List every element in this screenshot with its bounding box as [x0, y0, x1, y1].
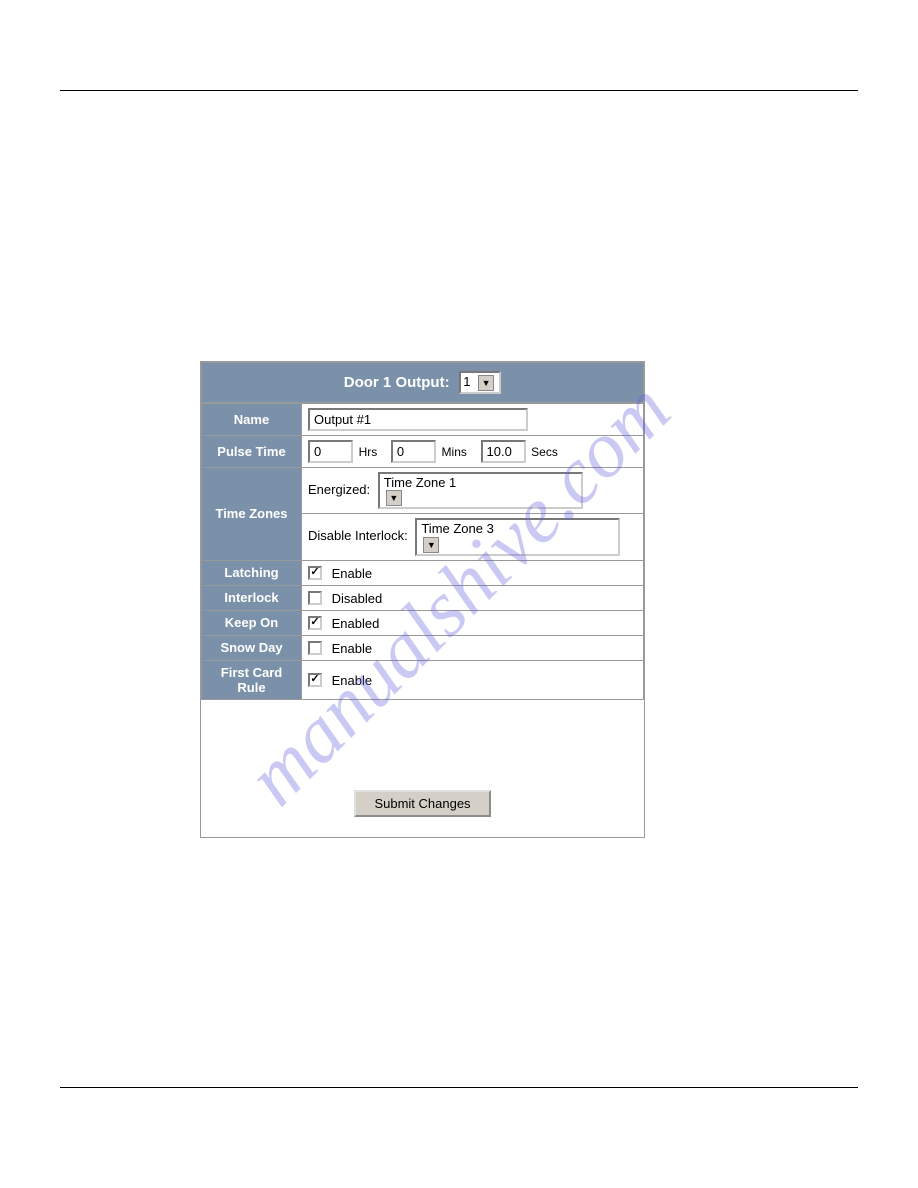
first-card-rule-label: First Card Rule	[202, 660, 302, 699]
interlock-text: Disabled	[332, 591, 383, 606]
latching-checkbox[interactable]	[308, 566, 322, 580]
interlock-label: Interlock	[202, 585, 302, 610]
first-card-rule-row: First Card Rule Enable	[202, 660, 644, 699]
form-header: Door 1 Output: 1 ▼	[201, 362, 644, 403]
interlock-row: Interlock Disabled	[202, 585, 644, 610]
latching-text: Enable	[332, 566, 372, 581]
keep-on-row: Keep On Enabled	[202, 610, 644, 635]
mins-unit: Mins	[442, 445, 467, 459]
hrs-input[interactable]: 0	[308, 440, 353, 463]
first-card-rule-text: Enable	[332, 673, 372, 688]
name-input[interactable]: Output #1	[308, 408, 528, 431]
page-container: Door 1 Output: 1 ▼ Name Output #1 Pulse …	[0, 0, 918, 928]
chevron-down-icon: ▼	[423, 537, 439, 553]
chevron-down-icon: ▼	[386, 490, 402, 506]
output-select-value: 1	[463, 374, 470, 389]
mins-input[interactable]: 0	[391, 440, 436, 463]
disable-interlock-select-value: Time Zone 3	[421, 521, 596, 536]
form-table: Name Output #1 Pulse Time 0 Hrs 0 Mins 1…	[201, 403, 644, 700]
energized-label: Energized:	[308, 482, 370, 497]
output-select[interactable]: 1 ▼	[459, 371, 501, 394]
disable-interlock-select[interactable]: Time Zone 3 ▼	[415, 518, 620, 556]
submit-button[interactable]: Submit Changes	[354, 790, 490, 817]
snow-day-label: Snow Day	[202, 635, 302, 660]
snow-day-row: Snow Day Enable	[202, 635, 644, 660]
snow-day-checkbox[interactable]	[308, 641, 322, 655]
time-zones-row: Time Zones Energized: Time Zone 1 ▼ Disa…	[202, 467, 644, 560]
submit-area: Submit Changes	[201, 700, 644, 837]
pulse-time-label: Pulse Time	[202, 435, 302, 467]
secs-unit: Secs	[531, 445, 558, 459]
top-rule	[60, 90, 858, 91]
interlock-checkbox[interactable]	[308, 591, 322, 605]
hrs-unit: Hrs	[359, 445, 378, 459]
form-wrapper: Door 1 Output: 1 ▼ Name Output #1 Pulse …	[200, 361, 645, 838]
name-label: Name	[202, 403, 302, 435]
disable-interlock-label: Disable Interlock:	[308, 528, 408, 543]
energized-select-value: Time Zone 1	[384, 475, 559, 490]
energized-select[interactable]: Time Zone 1 ▼	[378, 472, 583, 510]
snow-day-text: Enable	[332, 641, 372, 656]
latching-label: Latching	[202, 560, 302, 585]
chevron-down-icon: ▼	[478, 375, 494, 391]
latching-row: Latching Enable	[202, 560, 644, 585]
header-title: Door 1 Output:	[344, 374, 450, 391]
keep-on-checkbox[interactable]	[308, 616, 322, 630]
name-row: Name Output #1	[202, 403, 644, 435]
keep-on-text: Enabled	[332, 616, 380, 631]
bottom-rule	[60, 1087, 858, 1088]
secs-input[interactable]: 10.0	[481, 440, 526, 463]
pulse-time-row: Pulse Time 0 Hrs 0 Mins 10.0 Secs	[202, 435, 644, 467]
first-card-rule-checkbox[interactable]	[308, 673, 322, 687]
keep-on-label: Keep On	[202, 610, 302, 635]
time-zones-label: Time Zones	[202, 467, 302, 560]
